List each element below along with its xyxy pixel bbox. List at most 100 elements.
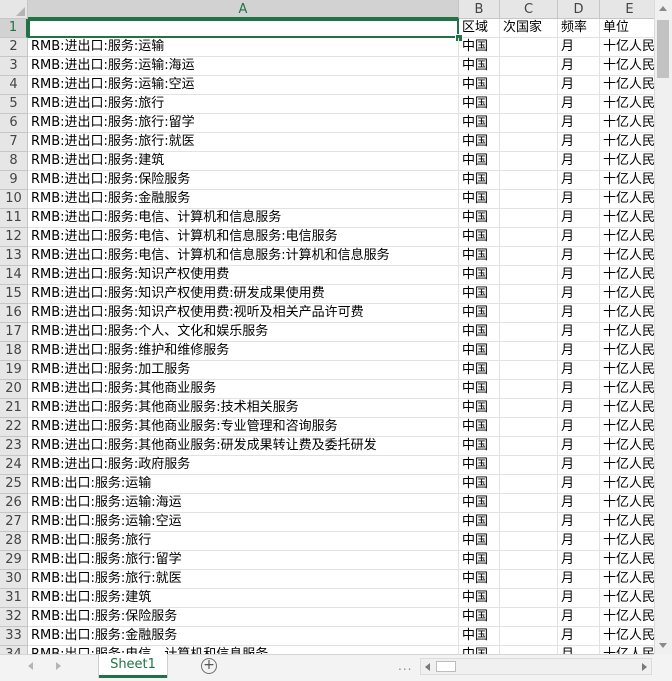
- table-cell-e[interactable]: 十亿人民币: [600, 285, 654, 304]
- table-cell-a[interactable]: RMB:出口:服务:保险服务: [28, 608, 459, 627]
- header-cell-d[interactable]: 频率: [558, 19, 600, 38]
- row-header[interactable]: 14: [0, 266, 28, 285]
- row-header[interactable]: 12: [0, 228, 28, 247]
- row-header[interactable]: 27: [0, 513, 28, 532]
- table-cell-a[interactable]: RMB:出口:服务:运输: [28, 475, 459, 494]
- row-header[interactable]: 20: [0, 380, 28, 399]
- table-cell-a[interactable]: RMB:出口:服务:金融服务: [28, 627, 459, 646]
- column-header-a[interactable]: A: [28, 0, 459, 19]
- row-header[interactable]: 7: [0, 133, 28, 152]
- table-cell-b[interactable]: 中国: [459, 646, 500, 654]
- table-cell-a[interactable]: RMB:进出口:服务:金融服务: [28, 190, 459, 209]
- table-cell-e[interactable]: 十亿人民币: [600, 589, 654, 608]
- table-cell-a[interactable]: RMB:出口:服务:旅行:留学: [28, 551, 459, 570]
- table-cell-c[interactable]: [500, 285, 558, 304]
- horizontal-scrollbar[interactable]: [420, 658, 652, 675]
- table-cell-e[interactable]: 十亿人民币: [600, 247, 654, 266]
- table-cell-d[interactable]: 月: [558, 152, 600, 171]
- table-cell-a[interactable]: RMB:进出口:服务:知识产权使用费:研发成果使用费: [28, 285, 459, 304]
- table-cell-d[interactable]: 月: [558, 285, 600, 304]
- table-cell-c[interactable]: [500, 247, 558, 266]
- table-cell-d[interactable]: 月: [558, 551, 600, 570]
- table-cell-a[interactable]: RMB:进出口:服务:加工服务: [28, 361, 459, 380]
- table-cell-d[interactable]: 月: [558, 247, 600, 266]
- table-cell-a[interactable]: RMB:出口:服务:运输:海运: [28, 494, 459, 513]
- table-cell-c[interactable]: [500, 551, 558, 570]
- table-cell-c[interactable]: [500, 475, 558, 494]
- horizontal-scroll-thumb[interactable]: [436, 661, 456, 672]
- row-header[interactable]: 31: [0, 589, 28, 608]
- table-cell-e[interactable]: 十亿人民币: [600, 342, 654, 361]
- table-cell-d[interactable]: 月: [558, 475, 600, 494]
- row-header[interactable]: 28: [0, 532, 28, 551]
- table-cell-c[interactable]: [500, 209, 558, 228]
- table-cell-c[interactable]: [500, 399, 558, 418]
- table-cell-c[interactable]: [500, 437, 558, 456]
- add-sheet-button[interactable]: +: [201, 658, 217, 674]
- table-cell-d[interactable]: 月: [558, 190, 600, 209]
- table-cell-d[interactable]: 月: [558, 38, 600, 57]
- table-cell-c[interactable]: [500, 171, 558, 190]
- table-cell-c[interactable]: [500, 95, 558, 114]
- row-header[interactable]: 15: [0, 285, 28, 304]
- table-cell-a[interactable]: RMB:出口:服务:运输:空运: [28, 513, 459, 532]
- table-cell-a[interactable]: RMB:进出口:服务:政府服务: [28, 456, 459, 475]
- table-cell-e[interactable]: 十亿人民币: [600, 494, 654, 513]
- table-cell-a[interactable]: RMB:出口:服务:建筑: [28, 589, 459, 608]
- table-cell-c[interactable]: [500, 152, 558, 171]
- table-cell-b[interactable]: 中国: [459, 532, 500, 551]
- table-cell-c[interactable]: [500, 228, 558, 247]
- table-cell-a[interactable]: RMB:进出口:服务:旅行:就医: [28, 133, 459, 152]
- table-cell-e[interactable]: 十亿人民币: [600, 627, 654, 646]
- table-cell-a[interactable]: RMB:进出口:服务:个人、文化和娱乐服务: [28, 323, 459, 342]
- table-cell-c[interactable]: [500, 589, 558, 608]
- table-cell-d[interactable]: 月: [558, 266, 600, 285]
- column-header-d[interactable]: D: [558, 0, 600, 19]
- table-cell-c[interactable]: [500, 38, 558, 57]
- table-cell-e[interactable]: 十亿人民币: [600, 209, 654, 228]
- table-cell-b[interactable]: 中国: [459, 228, 500, 247]
- row-header[interactable]: 26: [0, 494, 28, 513]
- table-cell-d[interactable]: 月: [558, 437, 600, 456]
- table-cell-d[interactable]: 月: [558, 589, 600, 608]
- select-all-corner[interactable]: [0, 0, 28, 19]
- table-cell-a[interactable]: RMB:进出口:服务:运输:空运: [28, 76, 459, 95]
- table-cell-e[interactable]: 十亿人民币: [600, 456, 654, 475]
- table-cell-e[interactable]: 十亿人民币: [600, 171, 654, 190]
- column-header-e[interactable]: E: [600, 0, 654, 19]
- header-cell-b[interactable]: 区域: [459, 19, 500, 38]
- table-cell-c[interactable]: [500, 532, 558, 551]
- table-cell-e[interactable]: 十亿人民币: [600, 532, 654, 551]
- table-cell-c[interactable]: [500, 513, 558, 532]
- table-cell-d[interactable]: 月: [558, 532, 600, 551]
- table-cell-d[interactable]: 月: [558, 380, 600, 399]
- active-cell-a1[interactable]: [28, 19, 459, 38]
- table-cell-a[interactable]: RMB:进出口:服务:电信、计算机和信息服务: [28, 209, 459, 228]
- table-cell-d[interactable]: 月: [558, 209, 600, 228]
- row-header[interactable]: 8: [0, 152, 28, 171]
- table-cell-c[interactable]: [500, 323, 558, 342]
- column-header-c[interactable]: C: [500, 0, 558, 19]
- table-cell-b[interactable]: 中国: [459, 494, 500, 513]
- table-cell-b[interactable]: 中国: [459, 418, 500, 437]
- row-header[interactable]: 25: [0, 475, 28, 494]
- table-cell-e[interactable]: 十亿人民币: [600, 551, 654, 570]
- table-cell-b[interactable]: 中国: [459, 285, 500, 304]
- header-cell-c[interactable]: 次国家: [500, 19, 558, 38]
- scroll-up-icon[interactable]: [659, 6, 667, 11]
- table-cell-b[interactable]: 中国: [459, 95, 500, 114]
- prev-sheet-icon[interactable]: [28, 662, 33, 670]
- header-cell-e[interactable]: 单位: [600, 19, 654, 38]
- table-cell-c[interactable]: [500, 418, 558, 437]
- table-cell-e[interactable]: 十亿人民币: [600, 114, 654, 133]
- table-cell-b[interactable]: 中国: [459, 608, 500, 627]
- scroll-down-icon[interactable]: [659, 643, 667, 648]
- table-cell-d[interactable]: 月: [558, 76, 600, 95]
- table-cell-d[interactable]: 月: [558, 95, 600, 114]
- table-cell-d[interactable]: 月: [558, 646, 600, 654]
- table-cell-d[interactable]: 月: [558, 456, 600, 475]
- table-cell-b[interactable]: 中国: [459, 361, 500, 380]
- table-cell-b[interactable]: 中国: [459, 437, 500, 456]
- table-cell-a[interactable]: RMB:进出口:服务:运输: [28, 38, 459, 57]
- table-cell-d[interactable]: 月: [558, 171, 600, 190]
